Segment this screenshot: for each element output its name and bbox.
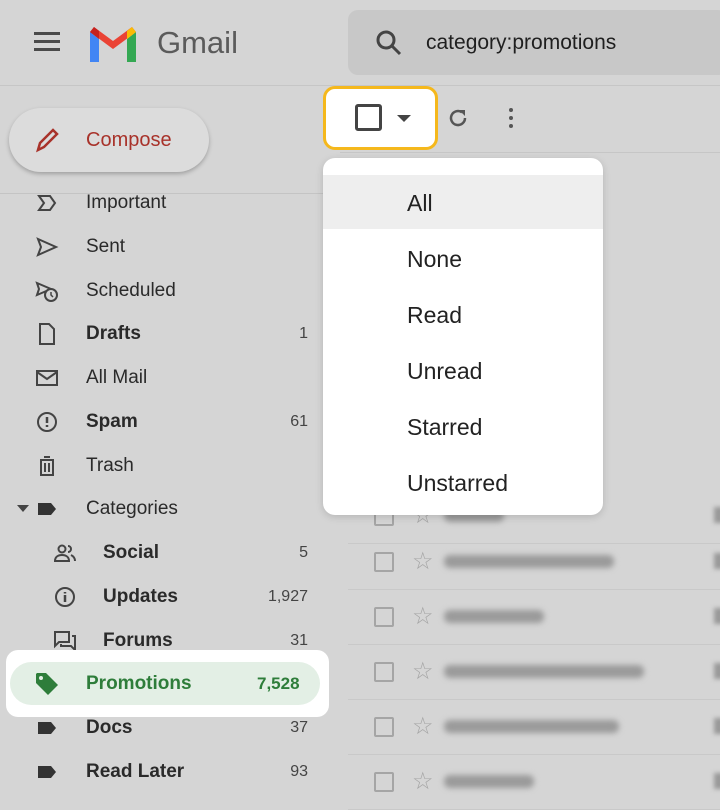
divider [340, 152, 720, 153]
select-menu-item-starred[interactable]: Starred [323, 399, 603, 453]
sidebar-item-label: Categories [86, 498, 178, 519]
blurred-date [714, 608, 720, 624]
sidebar-item-label: Drafts [86, 323, 141, 344]
email-row[interactable]: ☆ [348, 645, 720, 700]
scheduled-icon [35, 281, 58, 302]
menu-item-label: None [407, 246, 462, 272]
sidebar-item-label: Updates [103, 586, 178, 607]
star-icon[interactable]: ☆ [412, 657, 434, 686]
sidebar-item-updates[interactable]: Updates 1,927 [0, 576, 340, 616]
select-menu-item-none[interactable]: None [323, 231, 603, 285]
sidebar-item-count: 61 [290, 413, 308, 430]
select-menu-item-unread[interactable]: Unread [323, 343, 603, 397]
pencil-icon [36, 128, 59, 153]
brand-name: Gmail [157, 25, 238, 60]
important-icon [37, 195, 57, 211]
select-menu-item-all[interactable]: All [323, 175, 603, 229]
email-row[interactable]: ☆ [348, 755, 720, 810]
sidebar-item-count: 1,927 [267, 588, 308, 605]
blurred-sender [444, 665, 644, 678]
sidebar-item-label: Forums [103, 630, 173, 651]
sidebar-item-label: Important [86, 192, 167, 213]
sidebar-item-count: 5 [299, 544, 308, 561]
sidebar-item-spam[interactable]: Spam 61 [0, 401, 340, 441]
trash-icon [40, 456, 54, 476]
blurred-sender [444, 775, 534, 788]
sidebar-item-count: 37 [290, 719, 308, 736]
sidebar-item-drafts[interactable]: Drafts 1 [0, 313, 340, 353]
select-menu-item-read[interactable]: Read [323, 287, 603, 341]
blurred-date [714, 663, 720, 679]
tag-icon [36, 673, 58, 695]
sidebar-item-label: All Mail [86, 367, 148, 388]
blurred-sender [444, 610, 544, 623]
sidebar-item-label: Scheduled [86, 280, 176, 301]
sidebar-item-count: 93 [290, 763, 308, 780]
mail-icon [36, 370, 58, 386]
select-menu: All None Read Unread Starred Unstarred [323, 158, 603, 515]
star-icon[interactable]: ☆ [412, 712, 434, 741]
caret-down-icon[interactable] [397, 115, 411, 122]
row-checkbox[interactable] [374, 662, 394, 682]
sidebar-item-label: Trash [86, 455, 134, 476]
sidebar-item-all-mail[interactable]: All Mail [0, 357, 340, 397]
menu-item-label: All [407, 190, 433, 216]
sidebar-item-count: 7,528 [257, 674, 300, 693]
menu-item-label: Unstarred [407, 470, 508, 496]
email-row[interactable]: ☆ [348, 535, 720, 590]
refresh-icon[interactable] [446, 106, 470, 130]
spam-icon [37, 412, 57, 432]
sidebar-item-sent[interactable]: Sent [0, 226, 340, 266]
select-menu-item-unstarred[interactable]: Unstarred [323, 455, 603, 509]
sidebar-item-label: Promotions [86, 673, 192, 694]
sidebar-item-count: 31 [290, 632, 308, 649]
send-icon [36, 237, 59, 257]
search-icon[interactable] [374, 28, 404, 58]
expand-arrow-icon[interactable] [17, 505, 29, 513]
row-checkbox[interactable] [374, 717, 394, 737]
sidebar-item-label: Spam [86, 411, 138, 432]
blurred-sender [444, 720, 619, 733]
sidebar-item-important[interactable]: Important [0, 182, 340, 222]
compose-label: Compose [86, 129, 172, 151]
blurred-date [714, 718, 720, 734]
social-icon [53, 544, 76, 562]
label-icon [38, 503, 56, 515]
label-icon [38, 766, 56, 778]
sidebar-item-social[interactable]: Social 5 [0, 532, 340, 572]
sidebar-item-count: 1 [299, 325, 308, 342]
star-icon[interactable]: ☆ [412, 547, 434, 576]
sidebar-item-label: Read Later [86, 761, 185, 782]
sidebar-item-label: Sent [86, 236, 126, 257]
row-checkbox[interactable] [374, 772, 394, 792]
main-menu-icon[interactable] [34, 32, 60, 52]
blurred-date [714, 553, 720, 569]
menu-item-label: Read [407, 302, 462, 328]
sidebar-item-read-later[interactable]: Read Later 93 [0, 751, 340, 791]
email-row[interactable]: ☆ [348, 590, 720, 645]
sidebar-item-scheduled[interactable]: Scheduled [0, 270, 340, 310]
menu-item-label: Unread [407, 358, 483, 384]
menu-item-label: Starred [407, 414, 483, 440]
star-icon[interactable]: ☆ [412, 767, 434, 796]
label-icon [38, 722, 56, 734]
sidebar-item-label: Social [103, 542, 159, 563]
row-checkbox[interactable] [374, 552, 394, 572]
more-options-icon[interactable] [509, 108, 513, 132]
blurred-sender [444, 555, 614, 568]
row-checkbox[interactable] [374, 607, 394, 627]
select-all-checkbox[interactable] [355, 104, 382, 131]
search-query[interactable]: category:promotions [426, 31, 616, 55]
blurred-date [714, 507, 720, 523]
sidebar-item-label: Docs [86, 717, 133, 738]
gmail-logo-icon [90, 27, 136, 62]
sidebar-item-categories[interactable]: Categories [0, 488, 340, 528]
draft-icon [39, 323, 55, 345]
email-row[interactable]: ☆ [348, 700, 720, 755]
sidebar-item-trash[interactable]: Trash [0, 445, 340, 485]
blurred-date [714, 773, 720, 789]
star-icon[interactable]: ☆ [412, 602, 434, 631]
info-icon [55, 587, 75, 607]
